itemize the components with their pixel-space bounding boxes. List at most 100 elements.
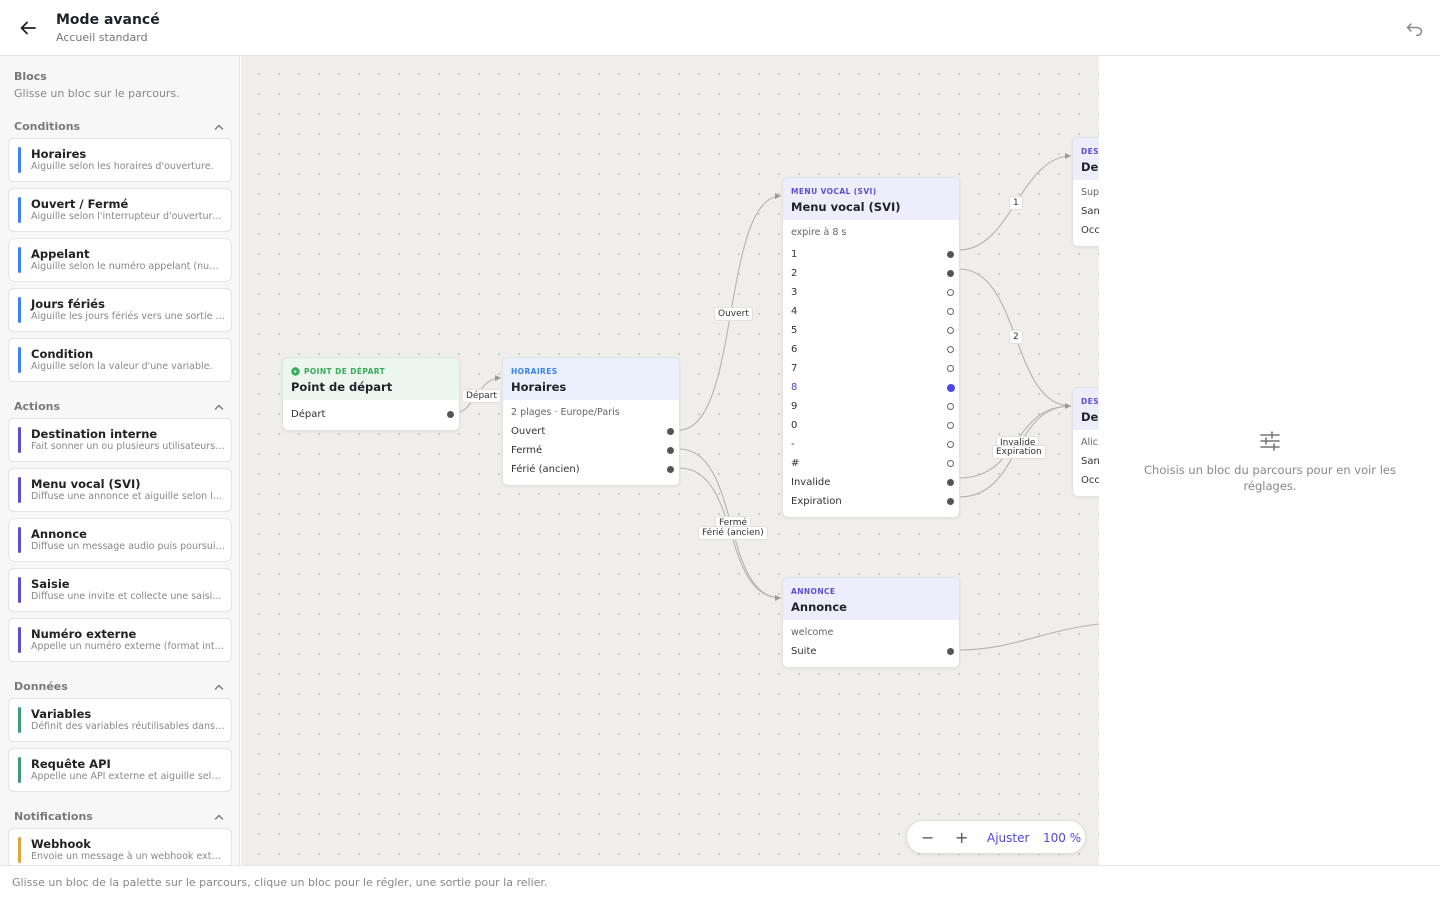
output-handle[interactable] <box>947 460 954 467</box>
node-output[interactable]: San <box>1073 452 1099 471</box>
output-label: 1 <box>791 249 798 260</box>
back-button[interactable] <box>14 14 42 42</box>
category-color-bar <box>18 247 21 273</box>
fit-view-button[interactable]: Ajuster <box>987 821 1029 855</box>
node-output-7[interactable]: 7 <box>783 359 959 378</box>
output-handle[interactable] <box>947 346 954 353</box>
output-handle[interactable] <box>947 270 954 277</box>
output-handle[interactable] <box>947 365 954 372</box>
section-header-actions[interactable]: Actions <box>14 400 226 416</box>
category-color-bar <box>18 627 21 653</box>
palette-block-annonce[interactable]: Annonce Diffuse un message audio puis pou… <box>8 518 232 562</box>
block-description: Diffuse une invite et collecte une saisi… <box>31 591 225 602</box>
palette-block-destination-interne[interactable]: Destination interne Fait sonner un ou plu… <box>8 418 232 462</box>
block-title: Requête API <box>31 757 111 771</box>
output-label: 7 <box>791 363 798 374</box>
page-subtitle: Accueil standard <box>56 31 148 44</box>
node-output-1[interactable]: 1 <box>783 245 959 264</box>
node-output-depart[interactable]: Départ <box>283 405 459 424</box>
node-output-ouvert[interactable]: Ouvert <box>503 422 679 441</box>
node-output-8[interactable]: 8 <box>783 378 959 397</box>
chevron-up-icon <box>214 684 224 690</box>
block-description: Diffuse un message audio puis poursuit l… <box>31 541 225 552</box>
arrow-ivr <box>775 193 781 199</box>
node-output[interactable]: Occ <box>1073 471 1099 490</box>
edge-label-expiration[interactable]: Expiration <box>992 445 1046 459</box>
node-menu-vocal[interactable]: MENU VOCAL (SVI) Menu vocal (SVI) expire… <box>782 177 960 518</box>
palette-block-menu-vocal-svi[interactable]: Menu vocal (SVI) Diffuse une annonce et a… <box>8 468 232 512</box>
node-output-invalide[interactable]: Invalide <box>783 473 959 492</box>
arrow-left-icon <box>20 21 36 35</box>
node-output-5[interactable]: 5 <box>783 321 959 340</box>
category-color-bar <box>18 527 21 553</box>
node-annonce[interactable]: ANNONCE Annonce welcome Suite <box>782 577 960 668</box>
block-description: Appelle un numéro externe (format intern… <box>31 641 225 652</box>
node-output-expiration[interactable]: Expiration <box>783 492 959 511</box>
section-header-notifications[interactable]: Notifications <box>14 810 226 826</box>
palette-block-requete-api[interactable]: Requête API Appelle une API externe et ai… <box>8 748 232 792</box>
edge-label-depart[interactable]: Départ <box>462 389 501 403</box>
node-output-ferie[interactable]: Férié (ancien) <box>503 460 679 479</box>
palette-block-condition[interactable]: Condition Aiguille selon la valeur d'une … <box>8 338 232 382</box>
edge-label-ouvert[interactable]: Ouvert <box>714 307 753 321</box>
undo-button[interactable] <box>1404 18 1426 40</box>
node-destination-1[interactable]: DEST Des Supp San Occ <box>1072 137 1099 247</box>
output-label: Invalide <box>791 477 831 488</box>
palette-block-appelant[interactable]: Appelant Aiguille selon le numéro appelan… <box>8 238 232 282</box>
node-output-0[interactable]: 0 <box>783 416 959 435</box>
output-handle[interactable] <box>667 447 674 454</box>
output-handle[interactable] <box>947 498 954 505</box>
edge-label-ferie[interactable]: Férié (ancien) <box>698 526 768 540</box>
output-handle[interactable] <box>947 479 954 486</box>
node-meta: welcome <box>791 627 834 638</box>
edge-label-one[interactable]: 1 <box>1009 196 1023 210</box>
output-handle[interactable] <box>667 466 674 473</box>
palette-block-horaires[interactable]: Horaires Aiguille selon les horaires d'ou… <box>8 138 232 182</box>
output-label: 5 <box>791 325 798 336</box>
node-output-3[interactable]: 3 <box>783 283 959 302</box>
palette-block-saisie[interactable]: Saisie Diffuse une invite et collecte une… <box>8 568 232 612</box>
output-handle[interactable] <box>947 648 954 655</box>
output-handle[interactable] <box>947 441 954 448</box>
node-output-dash[interactable]: - <box>783 435 959 454</box>
node-kind: POINT DE DÉPART <box>291 367 451 376</box>
output-handle[interactable] <box>947 289 954 296</box>
zoom-out-button[interactable]: − <box>921 821 934 855</box>
node-output-2[interactable]: 2 <box>783 264 959 283</box>
settings-panel: Choisis un bloc du parcours pour en voir… <box>1100 56 1440 865</box>
palette-block-numero-externe[interactable]: Numéro externe Appelle un numéro externe … <box>8 618 232 662</box>
node-kind: MENU VOCAL (SVI) <box>791 187 877 196</box>
node-output-9[interactable]: 9 <box>783 397 959 416</box>
output-handle[interactable] <box>947 308 954 315</box>
palette-block-ouvert-ferme[interactable]: Ouvert / Fermé Aiguille selon l'interrupt… <box>8 188 232 232</box>
node-output[interactable]: San <box>1073 202 1099 221</box>
output-handle[interactable] <box>947 403 954 410</box>
output-handle[interactable] <box>447 411 454 418</box>
palette-block-variables[interactable]: Variables Définit des variables réutilisa… <box>8 698 232 742</box>
node-output-hash[interactable]: # <box>783 454 959 473</box>
flow-canvas[interactable]: Départ Ouvert Fermé Férié (ancien) 1 2 I… <box>241 56 1099 865</box>
node-destination-2[interactable]: DEST Des Alic San Occ <box>1072 387 1099 497</box>
edge-label-two[interactable]: 2 <box>1009 330 1023 344</box>
node-output-suite[interactable]: Suite <box>783 642 959 661</box>
node-horaires[interactable]: HORAIRES Horaires 2 plages · Europe/Pari… <box>502 357 680 486</box>
output-handle[interactable] <box>947 422 954 429</box>
node-start[interactable]: POINT DE DÉPART Point de départ Départ <box>282 357 460 431</box>
output-handle[interactable] <box>947 327 954 334</box>
section-header-conditions[interactable]: Conditions <box>14 120 226 136</box>
node-output-4[interactable]: 4 <box>783 302 959 321</box>
section-header-donnees[interactable]: Données <box>14 680 226 696</box>
block-description: Appelle une API externe et aiguille selo… <box>31 771 225 782</box>
sliders-icon <box>1260 431 1280 451</box>
node-output[interactable]: Occ <box>1073 221 1099 240</box>
output-handle-selected[interactable] <box>946 383 955 392</box>
node-output-ferme[interactable]: Fermé <box>503 441 679 460</box>
output-handle[interactable] <box>667 428 674 435</box>
block-description: Aiguille selon la valeur d'une variable. <box>31 361 213 372</box>
output-handle[interactable] <box>947 251 954 258</box>
zoom-in-button[interactable]: + <box>955 821 968 855</box>
start-circle-icon <box>291 367 300 376</box>
palette-block-webhook[interactable]: Webhook Envoie un message à un webhook ex… <box>8 828 232 865</box>
node-output-6[interactable]: 6 <box>783 340 959 359</box>
palette-block-jours-feries[interactable]: Jours fériés Aiguille les jours fériés ve… <box>8 288 232 332</box>
